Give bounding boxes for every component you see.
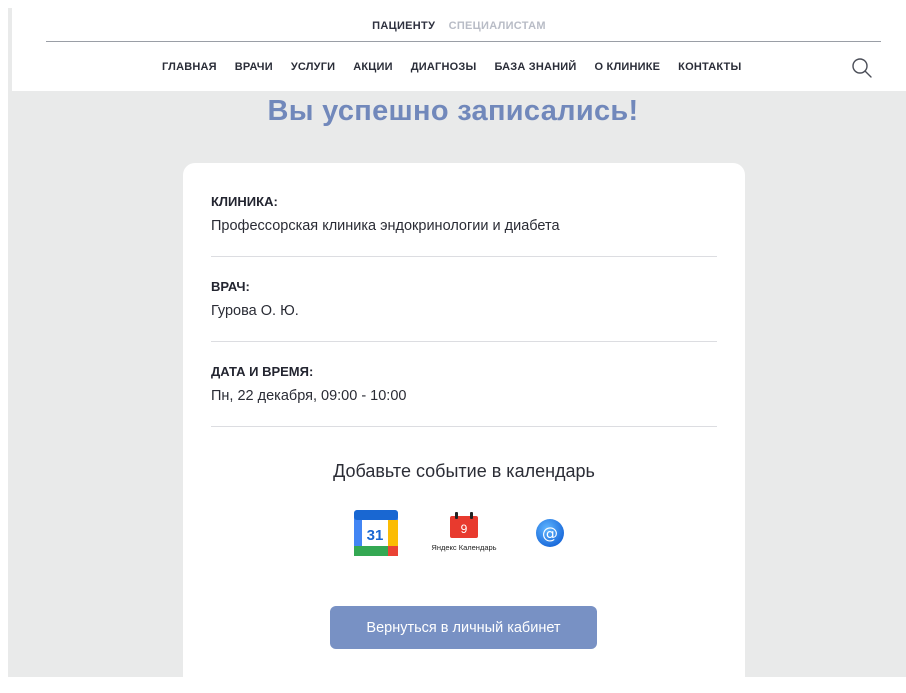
nav-item-contacts[interactable]: КОНТАКТЫ: [678, 61, 741, 73]
audience-switch: ПАЦИЕНТУ СПЕЦИАЛИСТАМ: [12, 20, 906, 32]
appointment-card: КЛИНИКА: Профессорская клиника эндокрино…: [183, 163, 745, 693]
calendar-caption: Добавьте событие в календарь: [333, 461, 595, 481]
mail-calendar-symbol: @: [542, 524, 558, 543]
mail-calendar-button[interactable]: @: [535, 518, 565, 553]
nav-item-about[interactable]: О КЛИНИКЕ: [595, 61, 661, 73]
google-calendar-button[interactable]: 31: [354, 510, 398, 561]
clinic-value: Профессорская клиника эндокринологии и д…: [211, 218, 560, 234]
header-divider: [46, 41, 881, 42]
datetime-value: Пн, 22 декабря, 09:00 - 10:00: [211, 388, 407, 404]
main-nav: ГЛАВНАЯ ВРАЧИ УСЛУГИ АКЦИИ ДИАГНОЗЫ БАЗА…: [162, 61, 759, 73]
yandex-calendar-day: 9: [461, 522, 468, 536]
search-button[interactable]: [850, 56, 874, 80]
datetime-label: ДАТА И ВРЕМЯ:: [211, 364, 314, 379]
divider: [211, 426, 717, 427]
back-to-account-button[interactable]: Вернуться в личный кабинет: [330, 606, 597, 649]
nav-item-doctors[interactable]: ВРАЧИ: [235, 61, 273, 73]
yandex-calendar-button[interactable]: 9 Яндекс Календарь: [431, 510, 497, 561]
doctor-value: Гурова О. Ю.: [211, 303, 299, 319]
nav-item-home[interactable]: ГЛАВНАЯ: [162, 61, 217, 73]
site-header: ПАЦИЕНТУ СПЕЦИАЛИСТАМ ГЛАВНАЯ ВРАЧИ УСЛУ…: [12, 8, 906, 91]
nav-item-services[interactable]: УСЛУГИ: [291, 61, 335, 73]
mail-calendar-icon: @: [536, 519, 564, 547]
nav-item-diagnoses[interactable]: ДИАГНОЗЫ: [411, 61, 477, 73]
page-title: Вы успешно записались!: [267, 95, 639, 127]
nav-item-knowledge-base[interactable]: БАЗА ЗНАНИЙ: [494, 61, 576, 73]
divider: [211, 256, 717, 257]
divider: [211, 341, 717, 342]
yandex-calendar-label: Яндекс Календарь: [431, 543, 496, 552]
tab-patients[interactable]: ПАЦИЕНТУ: [372, 20, 435, 32]
calendar-options: 31 9 Яндекс Календарь @: [183, 510, 745, 560]
clinic-label: КЛИНИКА:: [211, 194, 278, 209]
nav-item-promotions[interactable]: АКЦИИ: [353, 61, 393, 73]
doctor-label: ВРАЧ:: [211, 279, 250, 294]
yandex-calendar-icon: 9 Яндекс Календарь: [431, 512, 497, 552]
tab-specialists[interactable]: СПЕЦИАЛИСТАМ: [449, 20, 546, 32]
google-calendar-icon: 31: [354, 510, 398, 556]
search-icon: [852, 58, 872, 78]
google-calendar-day: 31: [367, 527, 384, 544]
